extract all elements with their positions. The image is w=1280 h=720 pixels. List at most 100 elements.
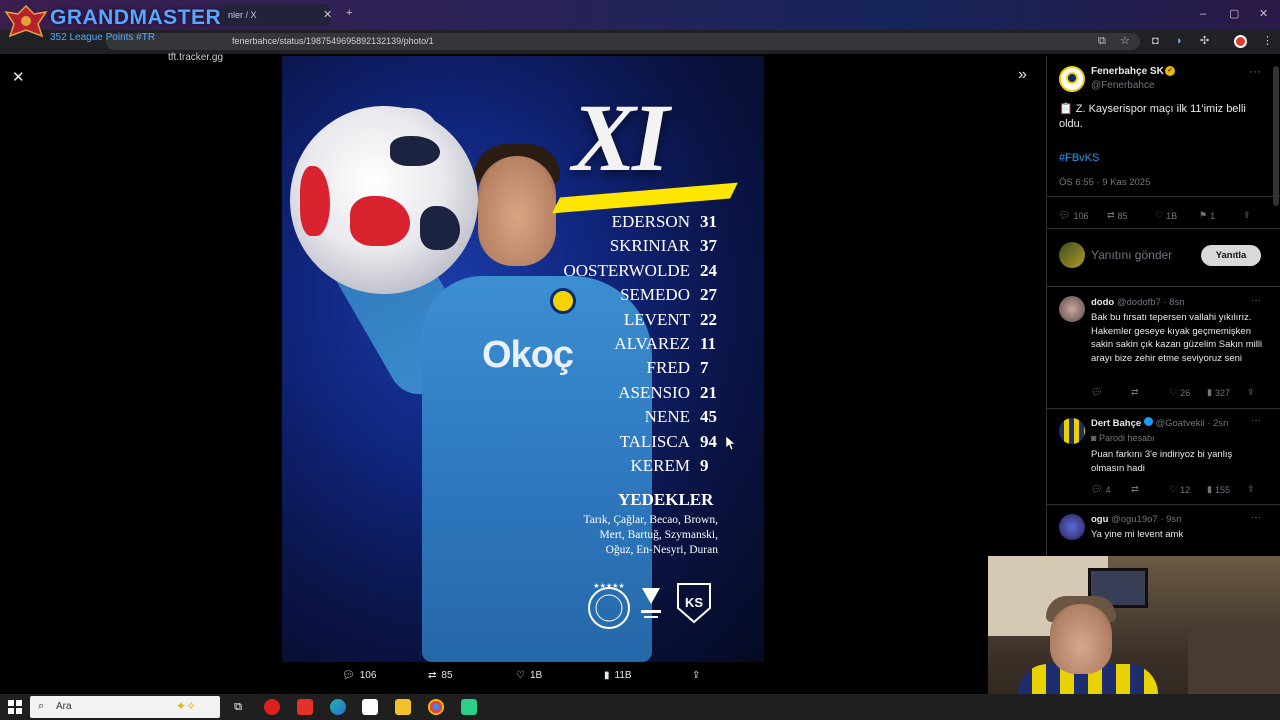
player-name: ASENSIO [618,382,690,402]
verified-badge-icon [1143,417,1153,426]
player-number: 22 [700,309,717,329]
more-options-icon[interactable]: ··· [1251,512,1261,523]
extension-icon[interactable]: ◘ [1152,35,1159,47]
reply-button[interactable]: Yanıtla [1201,245,1261,266]
tweet-reply-count[interactable]: 💬︎ 106 [1059,210,1088,221]
reply-author[interactable]: dodo [1091,297,1114,308]
reply-icon: 💬︎ [1091,484,1103,494]
verified-badge-icon: ✓ [1165,66,1175,76]
share-action[interactable]: ⇪ [692,670,700,681]
player-name: NENE [644,407,690,427]
reply-share-icon[interactable]: ⇪ [1247,387,1255,398]
profile-avatar[interactable] [1234,35,1247,48]
tweet-bookmark-count[interactable]: ⚑ 1 [1199,210,1215,221]
tweet-timestamp[interactable]: ÖS 6:55 · 9 Kas 2025 [1059,177,1150,188]
tweet-photo[interactable]: Okoç XI YEDEKLER Tarık, Çağlar, Becao, B… [282,56,764,662]
player-number: 24 [700,260,717,280]
reply-repost-icon[interactable]: ⇄ [1131,484,1139,495]
tab-title: nler / X [228,10,257,20]
address-bar[interactable]: fenerbahce/status/1987549695892132139/ph… [106,33,1140,50]
window-close-icon[interactable]: ✕ [1259,7,1268,20]
bookmark-icon: ⚑ [1199,210,1208,220]
reply-author-row: Dert Bahçe @Goatvekil · 2sn [1091,417,1228,429]
views-action[interactable]: ▮ 11B [604,670,632,681]
reply-avatar[interactable] [1059,296,1085,322]
more-options-icon[interactable]: ··· [1251,295,1261,306]
task-view-icon[interactable]: ⧉ [230,699,246,715]
parody-label: ◙ Parodi hesabı [1091,433,1155,443]
reply-avatar[interactable] [1059,418,1085,444]
reply-text: Ya yine mi levent amk [1091,529,1184,540]
reply-views-count[interactable]: ▮ 327 [1207,387,1230,398]
store-icon[interactable] [362,699,378,715]
tweet-hashtag[interactable]: #FBvKS [1059,152,1099,164]
browser-tab[interactable]: nler / X [220,4,330,26]
reply-icon: 💬︎ [342,670,355,681]
new-tab-button[interactable]: + [346,7,352,19]
tab-close-icon[interactable]: ✕ [323,8,332,21]
repost-action[interactable]: ⇄ 85 [428,670,453,681]
fenerbahce-avatar[interactable] [1059,66,1085,92]
bookmark-star-icon[interactable]: ☆ [1120,34,1130,47]
scrollbar[interactable] [1273,66,1279,206]
expand-panel-icon[interactable]: » [1018,66,1027,84]
subs-title: YEDEKLER [618,490,714,509]
tweet-text: 📋 Z. Kayserispor maçı ilk 11'imiz belli … [1059,103,1246,130]
copilot-sparkle-icon[interactable]: ✦✧ [176,699,196,713]
chrome-icon[interactable] [428,699,444,715]
photo-headline: XI [572,84,669,191]
clipboard-icon: 📋 [1059,103,1073,115]
minimize-icon[interactable]: – [1200,8,1206,20]
tweet-share[interactable]: ⇪ [1243,210,1251,221]
trendyol-superlig-logo-icon [641,588,661,618]
search-icon: ⌕ [38,700,45,712]
reply-author[interactable]: Dert Bahçe [1091,418,1141,429]
reply-share-icon[interactable]: ⇪ [1247,484,1255,495]
reply-views-count[interactable]: ▮ 155 [1207,484,1230,495]
subs-line: Mert, Bartuğ, Szymanski, [599,529,719,541]
menu-icon[interactable]: ⋮ [1262,34,1273,47]
chart-icon: ▮ [1207,484,1212,494]
reply-action[interactable]: 💬︎ 106 [342,670,376,681]
reply-author-row: ogu @ogu19o7 · 9sn [1091,514,1181,525]
subs-line: Oğuz, En-Nesyri, Duran [605,544,718,556]
reply-reply-count[interactable]: 💬︎ 4 [1091,484,1110,495]
tweet-author[interactable]: Fenerbahçe SK [1091,66,1164,77]
reply-author[interactable]: ogu [1091,514,1108,525]
file-explorer-icon[interactable] [395,699,411,715]
tweet-handle[interactable]: @Fenerbahce [1091,80,1155,91]
player-number: 45 [700,407,717,427]
player-name: ALVAREZ [614,334,690,353]
player-name: OOSTERWOLDE [563,260,690,280]
more-options-icon[interactable]: ··· [1249,64,1261,78]
close-viewer-icon[interactable]: ✕ [12,68,25,86]
reply-like-count[interactable]: ♡ 12 [1169,484,1190,495]
share-icon: ⇪ [692,670,701,681]
more-options-icon[interactable]: ··· [1251,415,1261,426]
player-number: 11 [700,334,717,353]
reply-avatar[interactable] [1059,514,1085,540]
reply-handle[interactable]: @Goatvekil · 2sn [1155,418,1228,429]
edge-icon[interactable] [330,699,346,715]
reply-repost-icon[interactable]: ⇄ [1131,387,1139,398]
football [290,106,478,294]
extension-icon[interactable]: ◗ [1176,35,1183,47]
svg-text:★★★★★: ★★★★★ [593,582,624,590]
app-red-icon[interactable] [297,699,313,715]
windows-start-icon[interactable] [8,700,22,714]
install-icon[interactable]: ⧉ [1098,35,1106,48]
mouse-cursor-icon [726,436,736,450]
tweet-like-count[interactable]: ♡ 1B [1155,210,1177,221]
reply-like-count[interactable]: ♡ 26 [1169,387,1190,398]
reply-input[interactable]: Yanıtını gönder [1091,248,1172,262]
opera-icon[interactable] [264,699,280,715]
puzzle-icon[interactable]: ✣ [1200,34,1209,47]
reply-handle[interactable]: @ogu19o7 · 9sn [1111,514,1181,525]
reply-reply-icon[interactable]: 💬︎ [1091,387,1102,398]
heart-icon: ♡ [516,670,525,681]
app-green-icon[interactable] [461,699,477,715]
maximize-icon[interactable]: ▢ [1229,7,1239,20]
reply-handle[interactable]: @dodofb7 · 8sn [1117,297,1185,308]
tweet-repost-count[interactable]: ⇄ 85 [1107,210,1128,221]
like-action[interactable]: ♡ 1B [516,670,542,681]
